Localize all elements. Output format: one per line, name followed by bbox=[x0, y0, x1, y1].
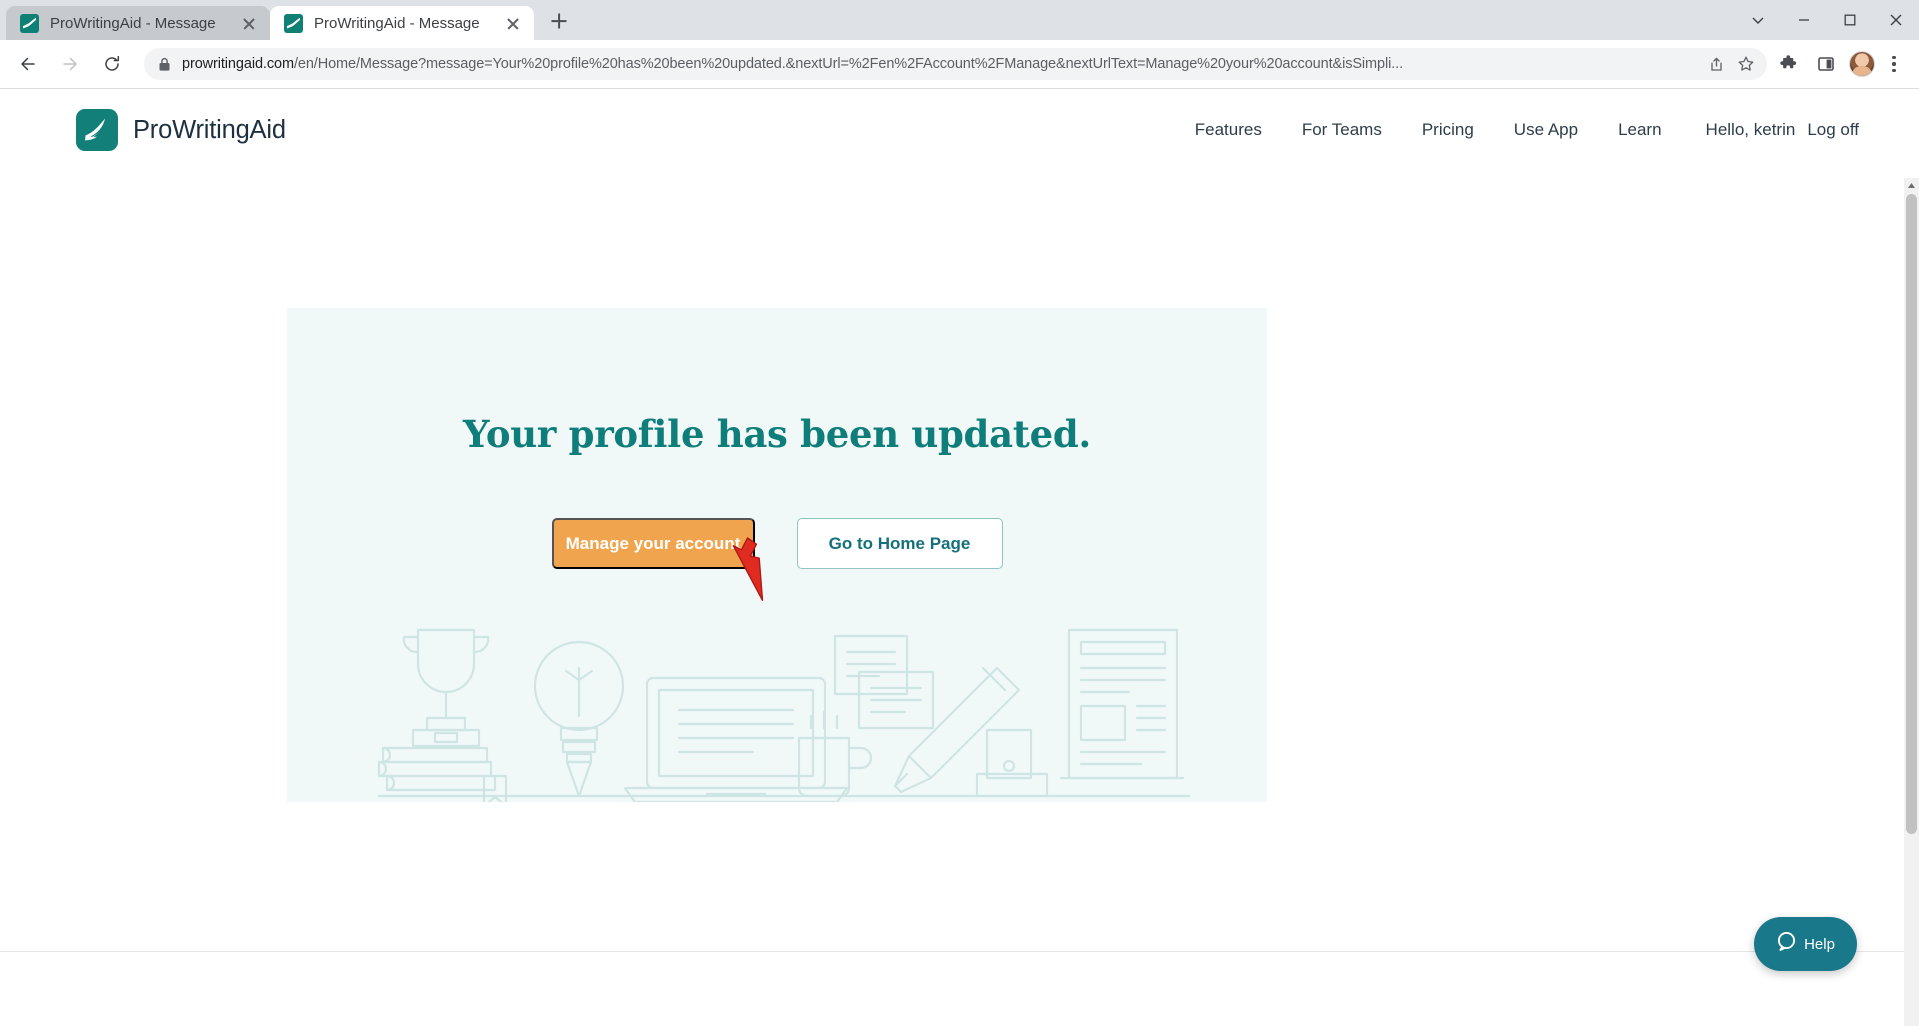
browser-tab-active[interactable]: ProWritingAid - Message bbox=[270, 6, 534, 40]
chrome-menu-icon[interactable] bbox=[1879, 47, 1909, 81]
reload-button[interactable] bbox=[94, 46, 130, 82]
url-path: /en/Home/Message?message=Your%20profile%… bbox=[293, 56, 1404, 72]
help-label: Help bbox=[1804, 935, 1835, 953]
maximize-icon[interactable] bbox=[1827, 0, 1873, 40]
prowritingaid-logo-icon bbox=[76, 109, 118, 151]
side-panel-icon[interactable] bbox=[1809, 47, 1843, 81]
forward-button[interactable] bbox=[52, 46, 88, 82]
page-divider bbox=[0, 951, 1919, 952]
tab-title: ProWritingAid - Message bbox=[314, 14, 480, 32]
new-tab-button[interactable] bbox=[542, 4, 576, 38]
profile-avatar[interactable] bbox=[1849, 51, 1875, 77]
brand-logo[interactable]: ProWritingAid bbox=[76, 109, 286, 151]
share-icon[interactable] bbox=[1701, 49, 1731, 79]
brand-name: ProWritingAid bbox=[133, 115, 286, 144]
manage-your-account-button[interactable]: Manage your account bbox=[551, 518, 755, 569]
nav-item-features[interactable]: Features bbox=[1175, 120, 1282, 140]
page-scrollbar[interactable] bbox=[1904, 178, 1919, 1026]
user-greeting: Hello, ketrin bbox=[1705, 120, 1796, 139]
prowritingaid-favicon-icon bbox=[284, 13, 303, 33]
browser-toolbar: prowritingaid.com/en/Home/Message?messag… bbox=[0, 40, 1919, 88]
lock-icon bbox=[158, 57, 171, 72]
minimize-icon[interactable] bbox=[1781, 0, 1827, 40]
prowritingaid-favicon-icon bbox=[20, 13, 39, 33]
main-navigation: Features For Teams Pricing Use App Learn… bbox=[1175, 120, 1859, 140]
bookmark-star-icon[interactable] bbox=[1731, 49, 1761, 79]
help-chat-icon bbox=[1776, 931, 1797, 957]
browser-window: ProWritingAid - Message ProWritingAid - … bbox=[0, 0, 1919, 1026]
help-button[interactable]: Help bbox=[1754, 917, 1857, 971]
cta-button-row: Manage your account Go to Home Page bbox=[287, 518, 1267, 569]
back-button[interactable] bbox=[10, 46, 46, 82]
close-icon[interactable] bbox=[502, 12, 524, 34]
nav-item-pricing[interactable]: Pricing bbox=[1402, 120, 1494, 140]
page-viewport: ProWritingAid Features For Teams Pricing… bbox=[0, 89, 1919, 1026]
nav-item-use-app[interactable]: Use App bbox=[1494, 120, 1598, 140]
message-panel: Your profile has been updated. Manage yo… bbox=[287, 308, 1267, 802]
nav-item-learn[interactable]: Learn bbox=[1598, 120, 1681, 140]
writing-desk-illustration bbox=[377, 628, 1191, 802]
scroll-up-arrow-icon[interactable] bbox=[1904, 178, 1919, 193]
address-bar[interactable]: prowritingaid.com/en/Home/Message?messag… bbox=[144, 48, 1767, 80]
url-host: prowritingaid.com bbox=[182, 56, 294, 72]
window-controls bbox=[1735, 0, 1919, 40]
log-off-link[interactable]: Log off bbox=[1807, 120, 1859, 140]
extensions-puzzle-icon[interactable] bbox=[1771, 47, 1805, 81]
close-window-icon[interactable] bbox=[1873, 0, 1919, 40]
url-text: prowritingaid.com/en/Home/Message?messag… bbox=[182, 56, 1701, 72]
go-to-home-page-button[interactable]: Go to Home Page bbox=[796, 518, 1003, 569]
browser-tab[interactable]: ProWritingAid - Message bbox=[6, 6, 270, 40]
page-title: Your profile has been updated. bbox=[463, 412, 1091, 456]
tab-strip: ProWritingAid - Message ProWritingAid - … bbox=[0, 0, 1919, 40]
tab-title: ProWritingAid - Message bbox=[50, 14, 216, 32]
close-icon[interactable] bbox=[238, 12, 260, 34]
search-tabs-chevron-icon[interactable] bbox=[1735, 0, 1781, 40]
scrollbar-thumb[interactable] bbox=[1906, 194, 1917, 834]
nav-item-for-teams[interactable]: For Teams bbox=[1282, 120, 1402, 140]
site-header: ProWritingAid Features For Teams Pricing… bbox=[0, 89, 1919, 171]
